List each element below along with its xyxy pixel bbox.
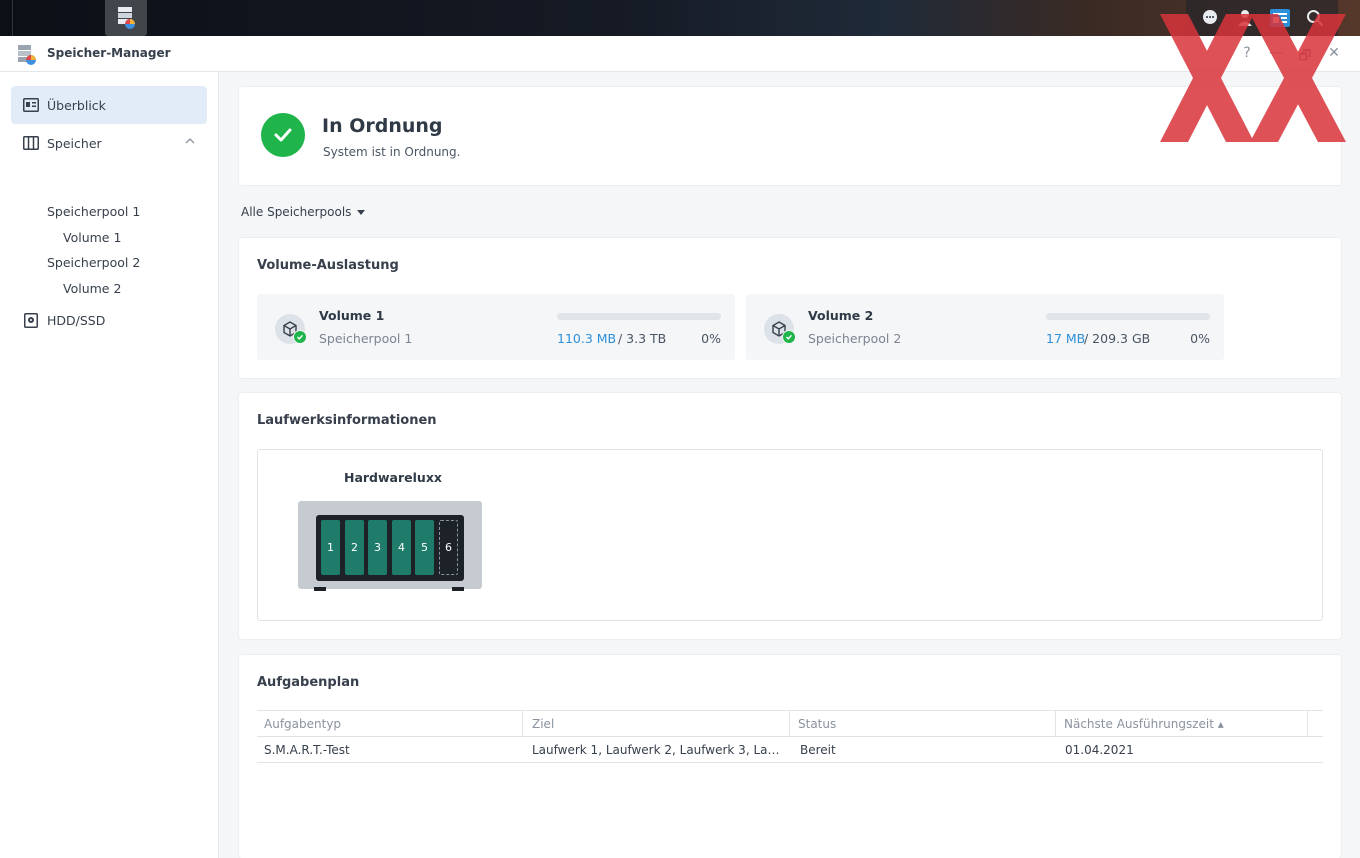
column-header-task-type[interactable]: Aufgabentyp [257,711,523,736]
window-title: Speicher-Manager [47,46,171,60]
drive-bay[interactable]: 3 [368,520,387,575]
main-content: In Ordnung System ist in Ordnung. Alle S… [219,72,1360,858]
cell-next-run: 01.04.2021 [1065,742,1134,757]
status-title: In Ordnung [322,115,443,137]
widgets-icon[interactable] [1267,5,1293,31]
volume-usage-bar [557,313,721,320]
column-header-next-run[interactable]: Nächste Ausführungszeit ▴ [1056,711,1308,736]
volume-total: / 209.3 GB [1084,331,1151,346]
sidebar-item-label: Überblick [47,97,106,113]
sidebar: Überblick Speicher Speicherpool 1 Volume… [0,72,219,858]
drive-bay-empty[interactable]: 6 [439,520,458,575]
volume-used: 17 MB [1046,331,1086,346]
storage-manager-icon [118,7,135,29]
volume-pool: Speicherpool 2 [808,331,902,346]
nas-device-image[interactable]: 1 2 3 4 5 6 [298,501,482,591]
pool-filter-dropdown[interactable]: Alle Speicherpools [241,205,366,219]
status-ok-icon [261,113,305,157]
help-button[interactable]: ? [1238,45,1256,61]
table-header-row: Aufgabentyp Ziel Status Nächste Ausführu… [257,710,1323,737]
column-header-target[interactable]: Ziel [523,711,790,736]
table-row[interactable]: S.M.A.R.T.-Test Laufwerk 1, Laufwerk 2, … [257,737,1323,763]
cell-target: Laufwerk 1, Laufwerk 2, Laufwerk 3, La… [532,742,780,757]
status-subtitle: System ist in Ordnung. [323,145,461,159]
nas-foot [452,587,464,591]
nas-bay-frame: 1 2 3 4 5 6 [316,515,464,581]
close-button[interactable]: ✕ [1325,45,1343,61]
drive-bay[interactable]: 5 [415,520,434,575]
cell-task-type: S.M.A.R.T.-Test [264,742,350,757]
chat-icon[interactable] [1197,5,1223,31]
sidebar-item-pool-1[interactable]: Speicherpool 1 [47,204,140,219]
cell-status: Bereit [800,742,836,757]
sidebar-item-hdd-ssd[interactable]: HDD/SSD [11,301,207,339]
sidebar-item-label: Speicher [47,135,102,151]
nas-foot [314,587,326,591]
volume-used: 110.3 MB [557,331,617,346]
storage-icon [23,135,39,151]
drive-panel: Hardwareluxx 1 2 3 4 5 6 [257,449,1323,621]
volume-ok-icon [293,330,307,344]
volume-tile[interactable]: Volume 1 Speicherpool 1 110.3 MB / 3.3 T… [257,294,735,360]
sidebar-item-volume-2[interactable]: Volume 2 [63,281,121,296]
volume-name: Volume 1 [319,308,385,323]
status-card: In Ordnung System ist in Ordnung. [239,87,1341,185]
minimize-button[interactable]: — [1267,45,1285,61]
sidebar-item-volume-1[interactable]: Volume 1 [63,230,121,245]
caret-down-icon [357,209,366,215]
sidebar-item-storage[interactable]: Speicher [11,124,207,162]
volume-pool: Speicherpool 1 [319,331,413,346]
task-schedule-title: Aufgabenplan [257,675,360,690]
taskbar-separator [12,0,13,36]
drive-info-title: Laufwerksinformationen [257,413,437,428]
column-header-status[interactable]: Status [790,711,1056,736]
search-icon[interactable] [1302,5,1328,31]
volume-name: Volume 2 [808,308,874,323]
volume-total: / 3.3 TB [618,331,667,346]
drive-bay[interactable]: 2 [345,520,364,575]
hdd-icon [23,312,39,328]
window-titlebar[interactable]: Speicher-Manager ? — 🗗 ✕ [0,36,1360,72]
volume-tile[interactable]: Volume 2 Speicherpool 2 17 MB / 209.3 GB… [746,294,1224,360]
drive-info-card: Laufwerksinformationen Hardwareluxx 1 2 … [239,393,1341,639]
volume-percent: 0% [1190,331,1210,346]
volume-percent: 0% [701,331,721,346]
restore-button[interactable]: 🗗 [1296,45,1314,69]
pool-filter-label: Alle Speicherpools [241,205,352,219]
volume-usage-bar [1046,313,1210,320]
sidebar-item-label: HDD/SSD [47,312,106,328]
volume-ok-icon [782,330,796,344]
task-table: Aufgabentyp Ziel Status Nächste Ausführu… [257,710,1323,763]
user-icon[interactable] [1232,5,1258,31]
drive-bay[interactable]: 1 [321,520,340,575]
desktop-taskbar [0,0,1360,437]
sidebar-item-pool-2[interactable]: Speicherpool 2 [47,255,140,270]
volume-usage-title: Volume-Auslastung [257,258,399,273]
nas-name: Hardwareluxx [344,470,442,485]
volume-usage-card: Volume-Auslastung Volume 1 Speicherpool … [239,238,1341,378]
overview-icon [23,97,39,113]
taskbar-storage-manager[interactable] [105,0,147,36]
sidebar-item-overview[interactable]: Überblick [11,86,207,124]
task-schedule-card: Aufgabenplan Aufgabentyp Ziel Status Näc… [239,655,1341,858]
app-icon [18,45,36,65]
storage-manager-window: Speicher-Manager ? — 🗗 ✕ Überblick Speic… [0,36,1360,858]
drive-bay[interactable]: 4 [392,520,411,575]
chevron-up-icon[interactable] [185,136,195,146]
system-tray [1186,0,1338,36]
